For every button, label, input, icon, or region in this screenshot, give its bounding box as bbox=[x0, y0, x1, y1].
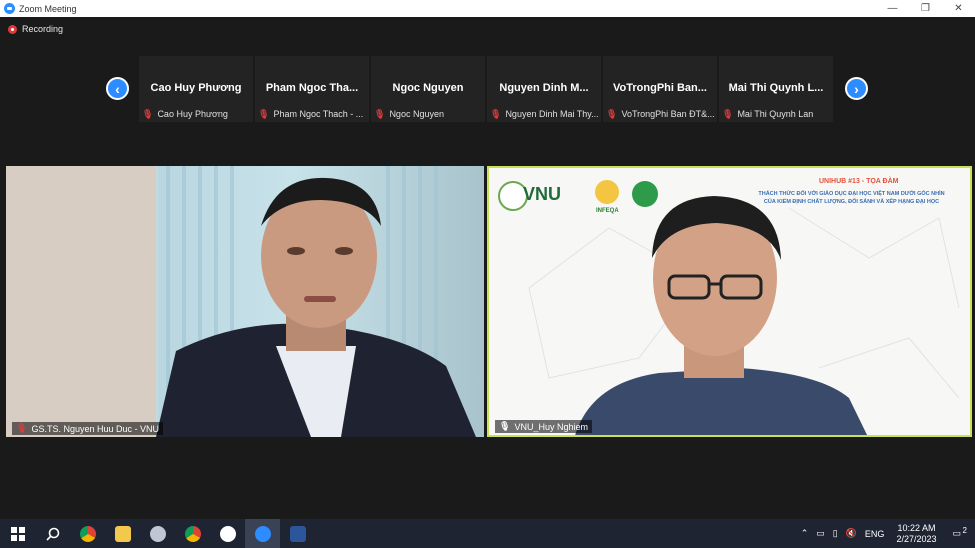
participant-label-text: Ngoc Nguyen bbox=[389, 109, 444, 119]
mic-off-icon: 🎙 bbox=[16, 423, 28, 433]
participant-label-text: Nguyen Dinh Mai Thy... bbox=[505, 109, 599, 119]
participant-label: 🎙 VoTrongPhi Ban ĐT&... bbox=[606, 108, 715, 120]
video-tile-left[interactable]: 🎙 GS.TS. Nguyen Huu Duc - VNU bbox=[6, 166, 484, 437]
zoom-icon bbox=[254, 525, 271, 542]
minimize-button[interactable]: — bbox=[876, 0, 909, 17]
previous-page-button[interactable]: ‹ bbox=[106, 77, 129, 100]
participant-label-text: Cao Huy Phương bbox=[157, 109, 228, 119]
participant-label: 🎙 Cao Huy Phương bbox=[142, 108, 228, 120]
show-hidden-icons-chevron-icon[interactable]: ⌃ bbox=[801, 528, 809, 539]
app-taskbar-button[interactable] bbox=[140, 519, 175, 548]
skype-taskbar-button[interactable] bbox=[210, 519, 245, 548]
close-button[interactable]: ✕ bbox=[942, 0, 975, 17]
participant-display-name: Pham Ngoc Tha... bbox=[265, 82, 359, 94]
clock-date: 2/27/2023 bbox=[896, 533, 937, 544]
notification-count: 2 bbox=[962, 526, 967, 535]
participant-label-text: Mai Thi Quynh Lan bbox=[737, 109, 814, 119]
mic-off-icon: 🎙 bbox=[374, 108, 386, 119]
language-indicator[interactable]: ENG bbox=[865, 529, 885, 539]
participant-name-text: VNU_Huy Nghiem bbox=[514, 421, 588, 432]
window-controls: — ❐ ✕ bbox=[876, 0, 975, 17]
participant-strip: ‹ Cao Huy Phương 🎙 Cao Huy Phương Pham N… bbox=[0, 56, 975, 122]
participant-name-label: 🎙 GS.TS. Nguyen Huu Duc - VNU bbox=[12, 422, 163, 435]
mic-off-icon: 🎙 bbox=[258, 108, 270, 119]
participant-label-text: Pham Ngoc Thach - ... bbox=[273, 109, 364, 119]
search-button[interactable] bbox=[35, 519, 70, 548]
clock[interactable]: 10:22 AM 2/27/2023 bbox=[896, 523, 936, 545]
search-icon bbox=[45, 527, 59, 541]
chrome-icon bbox=[184, 525, 201, 542]
participant-tile[interactable]: Mai Thi Quynh L... 🎙 Mai Thi Quynh Lan bbox=[719, 56, 833, 122]
participant-tile[interactable]: Pham Ngoc Tha... 🎙 Pham Ngoc Thach - ... bbox=[255, 56, 369, 122]
zoom-taskbar-button[interactable] bbox=[245, 519, 280, 548]
participant-tile[interactable]: Nguyen Dinh M... 🎙 Nguyen Dinh Mai Thy..… bbox=[487, 56, 601, 122]
windows-icon bbox=[10, 526, 25, 541]
participant-tile[interactable]: VoTrongPhi Ban... 🎙 VoTrongPhi Ban ĐT&..… bbox=[603, 56, 717, 122]
mic-off-icon: 🎙 bbox=[490, 108, 502, 119]
participant-name-text: GS.TS. Nguyen Huu Duc - VNU bbox=[31, 423, 159, 434]
system-tray: ⌃ ▭ ▯ 🔇 ENG 10:22 AM 2/27/2023 ▭ 2 bbox=[797, 519, 975, 548]
participant-display-name: Nguyen Dinh M... bbox=[499, 82, 589, 94]
zoom-logo-icon bbox=[4, 3, 15, 14]
participant-label: 🎙 Ngoc Nguyen bbox=[374, 108, 444, 120]
word-icon bbox=[289, 525, 306, 542]
notification-icon: ▭ bbox=[952, 528, 961, 538]
windows-taskbar: ⌃ ▭ ▯ 🔇 ENG 10:22 AM 2/27/2023 ▭ 2 bbox=[0, 519, 975, 548]
window-title-bar: Zoom Meeting — ❐ ✕ bbox=[0, 0, 975, 17]
mic-off-icon: 🎙 bbox=[606, 108, 618, 119]
banner-subtitle: THÁCH THỨC ĐỐI VỚI GIÁO DỤC ĐẠI HỌC VIỆT… bbox=[739, 190, 964, 206]
participant-tile[interactable]: Cao Huy Phương 🎙 Cao Huy Phương bbox=[139, 56, 253, 122]
participant-label: 🎙 Pham Ngoc Thach - ... bbox=[258, 108, 363, 120]
volume-mute-icon[interactable]: 🔇 bbox=[846, 528, 857, 539]
next-page-button[interactable]: › bbox=[845, 77, 868, 100]
file-explorer-taskbar-button[interactable] bbox=[105, 519, 140, 548]
participant-display-name: Mai Thi Quynh L... bbox=[728, 82, 824, 94]
participant-display-name: Ngoc Nguyen bbox=[392, 82, 464, 94]
participant-label: 🎙 Mai Thi Quynh Lan bbox=[722, 108, 813, 120]
battery-icon[interactable]: ▯ bbox=[833, 528, 838, 539]
recording-indicator[interactable]: Recording bbox=[8, 24, 63, 34]
word-taskbar-button[interactable] bbox=[280, 519, 315, 548]
folder-icon bbox=[114, 525, 131, 542]
clock-time: 10:22 AM bbox=[897, 522, 936, 533]
participant-name-label: 🎙 VNU_Huy Nghiem bbox=[495, 420, 592, 433]
mic-off-icon: 🎙 bbox=[142, 108, 154, 119]
chrome-icon bbox=[79, 525, 96, 542]
video-tile-right-active-speaker[interactable]: VNU INFEQA UNIHUB #13 - TỌA ĐÀM THÁCH TH… bbox=[487, 166, 972, 437]
banner-line-2: CỦA KIỂM ĐỊNH CHẤT LƯỢNG, ĐỐI SÁNH VÀ XẾ… bbox=[763, 199, 940, 205]
app-icon bbox=[149, 525, 166, 542]
banner-title: UNIHUB #13 - TỌA ĐÀM bbox=[819, 178, 899, 185]
participant-label-text: VoTrongPhi Ban ĐT&... bbox=[621, 109, 715, 119]
vnu-logo: VNU bbox=[523, 184, 562, 204]
participant-video-left bbox=[6, 166, 476, 437]
participant-video-right bbox=[498, 180, 960, 435]
mic-on-icon: 🎙 bbox=[499, 421, 511, 431]
messenger-icon bbox=[219, 525, 236, 542]
recording-label: Recording bbox=[22, 24, 64, 34]
network-icon[interactable]: ▭ bbox=[816, 528, 825, 539]
participant-tile[interactable]: Ngoc Nguyen 🎙 Ngoc Nguyen bbox=[371, 56, 485, 122]
recording-icon bbox=[8, 24, 17, 34]
start-button[interactable] bbox=[0, 519, 35, 548]
notifications-button[interactable]: ▭ 2 bbox=[948, 526, 967, 539]
participant-label: 🎙 Nguyen Dinh Mai Thy... bbox=[490, 108, 599, 120]
window-title: Zoom Meeting bbox=[19, 3, 77, 14]
mic-off-icon: 🎙 bbox=[722, 108, 734, 119]
participant-display-name: Cao Huy Phương bbox=[150, 82, 242, 94]
restore-button[interactable]: ❐ bbox=[909, 0, 942, 17]
infeqa-logo: INFEQA bbox=[596, 208, 619, 214]
banner-line-1: THÁCH THỨC ĐỐI VỚI GIÁO DỤC ĐẠI HỌC VIỆT… bbox=[758, 191, 945, 197]
chrome-taskbar-button-2[interactable] bbox=[175, 519, 210, 548]
participant-display-name: VoTrongPhi Ban... bbox=[613, 82, 707, 94]
chrome-taskbar-button[interactable] bbox=[70, 519, 105, 548]
